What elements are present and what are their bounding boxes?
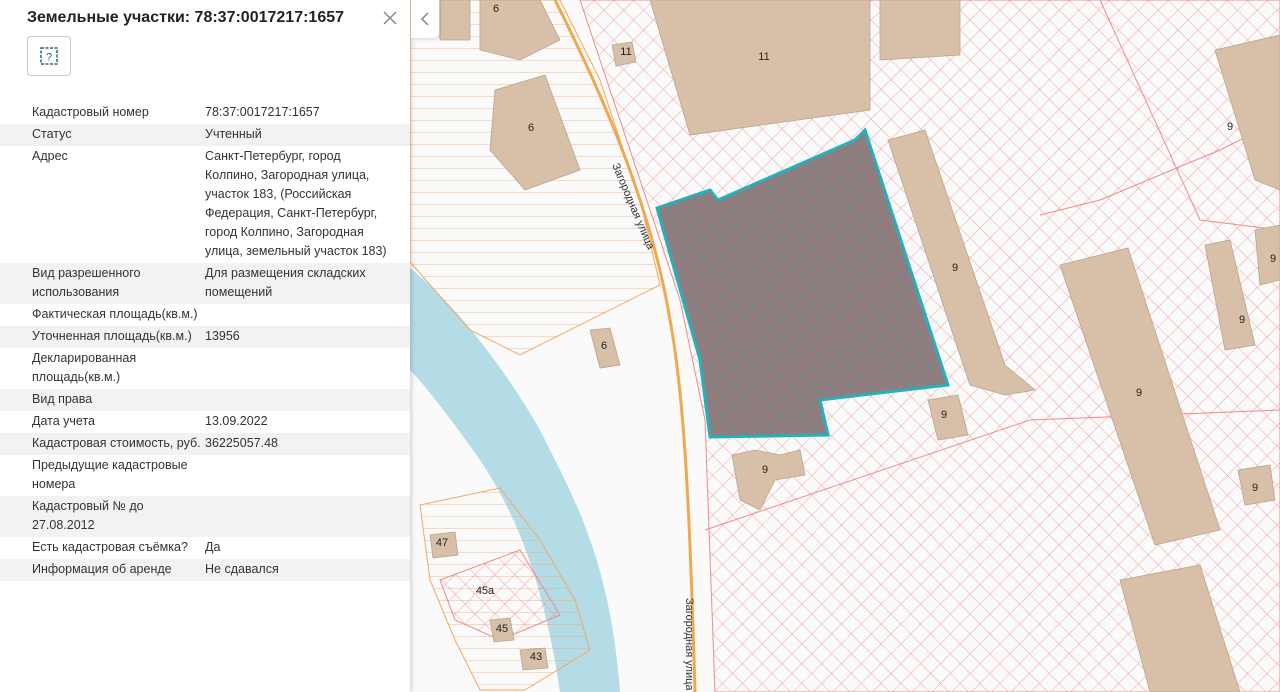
building-number: 9 [762,464,768,476]
row-value: Учтенный [205,127,262,141]
row-value: 78:37:0017217:1657 [205,105,320,119]
building-number: 9 [1136,387,1142,399]
table-row: Кадастровый номер 78:37:0017217:1657 [0,102,410,124]
table-row: Есть кадастровая съёмка? Да [0,537,410,559]
document-button[interactable]: ? [27,36,71,76]
table-row: Предыдущие кадастровые номера [0,455,410,496]
close-icon [383,11,397,25]
row-key: Кадастровая стоимость, руб. [32,436,201,450]
building-number: 9 [1239,314,1245,326]
svg-text:?: ? [46,52,52,64]
building-number: 9 [1227,121,1233,133]
row-value [205,496,410,537]
row-value: Да [205,540,221,554]
info-panel: Земельные участки: 78:37:0017217:1657 ? … [0,0,410,692]
document-question-icon: ? [40,47,58,65]
row-value: 13956 [205,329,240,343]
table-row: Декларированная площадь(кв.м.) [0,348,410,389]
building-number: 43 [530,651,542,663]
row-key: Кадастровый номер [32,105,149,119]
close-button[interactable] [380,8,400,28]
row-key: Предыдущие кадастровые номера [32,458,188,491]
row-value [205,348,410,389]
row-value [205,304,410,326]
info-table: Кадастровый номер 78:37:0017217:1657 Стат… [0,102,410,581]
row-value: 13.09.2022 [205,414,268,428]
building-number: 9 [1252,482,1258,494]
building-number: 11 [758,51,769,63]
table-row: Дата учета 13.09.2022 [0,411,410,433]
row-key: Фактическая площадь(кв.м.) [32,307,198,321]
street-label: Загородная улица [683,598,695,691]
row-key: Декларированная площадь(кв.м.) [32,351,137,384]
building-number: 45 [496,623,508,635]
table-row: Кадастровый № до 27.08.2012 [0,496,410,537]
building-number: 47 [436,537,448,549]
chevron-left-icon [420,12,429,26]
row-key: Адрес [32,149,68,163]
table-row: Адрес Санкт-Петербург, город Колпино, Заг… [0,146,410,263]
row-key: Вид разрешенного использования [32,266,141,299]
panel-title: Земельные участки: 78:37:0017217:1657 [27,9,345,26]
row-key: Дата учета [32,414,95,428]
row-key: Уточненная площадь(кв.м.) [32,329,192,343]
row-key: Кадастровый № до 27.08.2012 [32,499,144,532]
building-number: 6 [601,340,607,352]
building-number: 9 [941,409,947,421]
row-value [205,389,410,411]
table-row: Вид права [0,389,410,411]
table-row: Кадастровая стоимость, руб. 36225057.48 [0,433,410,455]
table-row: Фактическая площадь(кв.м.) [0,304,410,326]
row-value [205,455,410,496]
row-value: Не сдавался [205,562,279,576]
building-number: 6 [528,122,534,134]
row-value: 36225057.48 [205,436,278,450]
panel-header: Земельные участки: 78:37:0017217:1657 [0,0,410,36]
table-row: Статус Учтенный [0,124,410,146]
building-number: 45а [476,585,495,597]
building[interactable] [439,0,471,41]
building[interactable] [879,0,961,61]
collapse-panel-button[interactable] [411,0,439,38]
table-row: Вид разрешенного использования Для размещ… [0,263,410,304]
row-key: Информация об аренде [32,562,172,576]
row-key: Статус [32,127,72,141]
row-key: Вид права [32,392,93,406]
row-value: Санкт-Петербург, город Колпино, Загородн… [205,149,387,258]
row-value: Для размещения складских помещений [205,266,366,299]
building-number: 9 [952,262,958,274]
table-row: Информация об аренде Не сдавался [0,559,410,581]
table-row: Уточненная площадь(кв.м.) 13956 [0,326,410,348]
building-number: 6 [493,3,499,15]
building-number: 11 [620,46,631,58]
row-key: Есть кадастровая съёмка? [32,540,188,554]
building-number: 9 [1270,253,1276,265]
